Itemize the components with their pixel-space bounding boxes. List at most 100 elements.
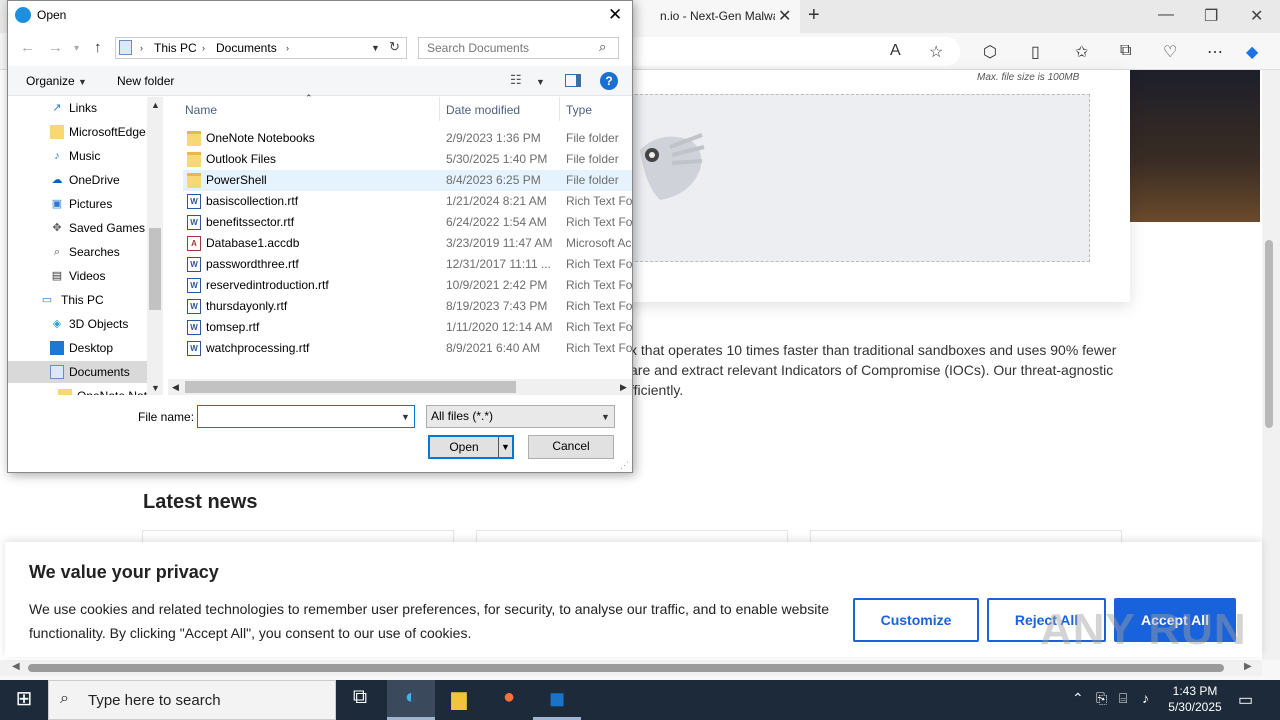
news-card[interactable] — [476, 530, 788, 542]
minimize-icon[interactable]: — — [1158, 6, 1174, 24]
file-row[interactable]: Wreservedintroduction.rtf 10/9/2021 2:42 … — [183, 275, 632, 296]
nav-pane-scroll-thumb[interactable] — [149, 228, 161, 310]
scroll-left-icon[interactable]: ◀ — [172, 382, 179, 393]
nav-item-onedrive[interactable]: ☁ OneDrive — [8, 169, 148, 191]
tray-chevron-icon[interactable]: ⌃ — [1072, 690, 1084, 707]
path-this-pc[interactable]: This PC — [154, 41, 197, 55]
path-dropdown-icon[interactable]: ▼ — [371, 43, 380, 53]
up-arrow-icon[interactable]: ↑ — [94, 39, 102, 56]
path-documents[interactable]: Documents — [216, 41, 277, 55]
view-dropdown-icon[interactable]: ▼ — [536, 77, 545, 87]
file-row[interactable]: Wtomsep.rtf 1/11/2020 12:14 AM Rich Text F… — [183, 317, 632, 338]
file-type-filter-select[interactable]: All files (*.*) — [426, 405, 615, 428]
column-separator[interactable] — [439, 97, 440, 121]
help-icon[interactable]: ? — [600, 72, 618, 90]
nav-item-links[interactable]: ↗ Links — [8, 97, 148, 119]
outlook-icon[interactable]: ◼ — [533, 686, 581, 711]
page-vertical-scroll-thumb[interactable] — [1265, 240, 1273, 428]
nav-item-saved-games[interactable]: ✥ Saved Games — [8, 217, 148, 239]
back-arrow-icon[interactable]: ← — [20, 39, 35, 56]
organize-dropdown-icon[interactable]: ▼ — [78, 77, 87, 87]
forward-arrow-icon[interactable]: → — [48, 39, 63, 56]
firefox-icon[interactable]: ● — [485, 686, 533, 709]
dialog-close-icon[interactable]: ✕ — [608, 5, 622, 25]
column-header-date[interactable]: Date modified — [446, 103, 520, 117]
nav-item-searches[interactable]: ⌕ Searches — [8, 241, 148, 263]
file-name-dropdown-icon[interactable]: ▼ — [401, 412, 410, 422]
column-separator[interactable] — [559, 97, 560, 121]
news-card[interactable] — [810, 530, 1122, 542]
tray-device-icon[interactable]: ⎘ — [1096, 690, 1107, 707]
column-header-type[interactable]: Type — [566, 103, 592, 117]
file-row[interactable]: Wbenefitssector.rtf 6/24/2022 1:54 AM Rich… — [183, 212, 632, 233]
open-dropdown-icon[interactable]: ▼ — [501, 437, 510, 457]
refresh-icon[interactable]: ↻ — [389, 39, 400, 55]
nav-scroll-up-icon[interactable]: ▲ — [151, 100, 160, 110]
edge-icon[interactable]: ◐ — [387, 686, 435, 709]
extensions-icon[interactable]: ⬡ — [983, 42, 997, 62]
file-name-input[interactable] — [197, 405, 415, 428]
nav-item-onenote[interactable]: OneNote Not — [8, 385, 148, 395]
preview-pane-icon[interactable] — [565, 74, 581, 87]
address-bar[interactable] — [630, 37, 960, 66]
file-row[interactable]: Outlook Files 5/30/2025 1:40 PM File folde… — [183, 149, 632, 170]
taskbar-clock[interactable]: 1:43 PM 5/30/2025 — [1160, 683, 1230, 715]
network-icon[interactable]: ⌸ — [1119, 690, 1127, 707]
volume-icon[interactable]: ♪ — [1142, 690, 1149, 706]
cookie-text: We use cookies and related technologies … — [29, 601, 829, 641]
restore-icon[interactable]: ❐ — [1204, 6, 1218, 26]
tab-title[interactable]: n.io - Next-Gen Malware A — [660, 9, 775, 23]
nav-scroll-down-icon[interactable]: ▼ — [151, 383, 160, 393]
file-row[interactable]: Wwatchprocessing.rtf 8/9/2021 6:40 AM Rich… — [183, 338, 632, 359]
file-row[interactable]: PowerShell 8/4/2023 6:25 PM File folder — [183, 170, 632, 191]
nav-item-microsoftedge[interactable]: MicrosoftEdge — [8, 121, 148, 143]
view-options-icon[interactable]: ☷ — [510, 72, 522, 88]
window-close-icon[interactable]: ✕ — [1250, 6, 1263, 26]
clock-time: 1:43 PM — [1172, 684, 1218, 698]
copilot-icon[interactable]: ◆ — [1246, 42, 1258, 62]
tab-close-icon[interactable]: ✕ — [778, 6, 791, 26]
dialog-title: Open — [37, 8, 67, 22]
file-type: Rich Text Format — [566, 194, 632, 208]
windows-start-icon[interactable]: ⊞ — [0, 686, 48, 711]
file-list-scroll-thumb[interactable] — [185, 381, 516, 393]
news-card[interactable] — [142, 530, 454, 542]
nav-item-this-pc[interactable]: ▭ This PC — [8, 289, 148, 311]
performance-icon[interactable]: ♡ — [1163, 42, 1177, 62]
more-menu-icon[interactable]: ⋯ — [1207, 42, 1223, 62]
nav-item-desktop[interactable]: Desktop — [8, 337, 148, 359]
favorites-icon[interactable]: ✩ — [1075, 42, 1088, 62]
file-row[interactable]: Wthursdayonly.rtf 8/19/2023 7:43 PM Rich T… — [183, 296, 632, 317]
file-row[interactable]: Wbasiscollection.rtf 1/21/2024 8:21 AM Ric… — [183, 191, 632, 212]
resize-grip-icon[interactable]: ⋰ — [620, 460, 629, 471]
nav-item-music[interactable]: ♪ Music — [8, 145, 148, 167]
collections-icon[interactable]: ⧉ — [1120, 42, 1131, 60]
favorite-star-icon[interactable]: ☆ — [929, 42, 943, 62]
notifications-icon[interactable]: ▭ — [1238, 690, 1253, 710]
scroll-right-icon[interactable]: ▶ — [1244, 661, 1252, 672]
filter-dropdown-icon[interactable]: ▼ — [601, 412, 610, 422]
organize-button[interactable]: Organize — [26, 74, 75, 88]
file-row[interactable]: OneNote Notebooks 2/9/2023 1:36 PM File fo… — [183, 128, 632, 149]
new-tab-icon[interactable]: + — [808, 4, 820, 27]
nav-label: OneNote Not — [77, 385, 147, 395]
scroll-left-icon[interactable]: ◀ — [12, 661, 20, 672]
file-explorer-icon[interactable]: ▆ — [435, 686, 483, 711]
file-row[interactable]: A Database1.accdb 3/23/2019 11:47 AM Micros… — [183, 233, 632, 254]
split-screen-icon[interactable]: ▯ — [1031, 42, 1040, 62]
nav-item-videos[interactable]: ▤ Videos — [8, 265, 148, 287]
nav-item-pictures[interactable]: ▣ Pictures — [8, 193, 148, 215]
read-aloud-icon[interactable]: A — [890, 42, 901, 60]
page-horizontal-scroll-thumb[interactable] — [28, 664, 1224, 672]
column-header-name[interactable]: Name — [185, 103, 217, 117]
new-folder-button[interactable]: New folder — [117, 74, 174, 88]
file-row[interactable]: Wpasswordthree.rtf 12/31/2017 11:11 ... Ri… — [183, 254, 632, 275]
nav-item-3d-objects[interactable]: ◈ 3D Objects — [8, 313, 148, 335]
open-button[interactable]: Open ▼ — [428, 435, 514, 459]
recent-locations-icon[interactable]: ▾ — [74, 43, 79, 54]
customize-button[interactable]: Customize — [853, 598, 979, 642]
nav-item-documents[interactable]: Documents — [8, 361, 148, 383]
scroll-right-icon[interactable]: ▶ — [620, 382, 627, 393]
task-view-icon[interactable]: ⧉ — [336, 686, 384, 709]
cancel-button[interactable]: Cancel — [528, 435, 614, 459]
